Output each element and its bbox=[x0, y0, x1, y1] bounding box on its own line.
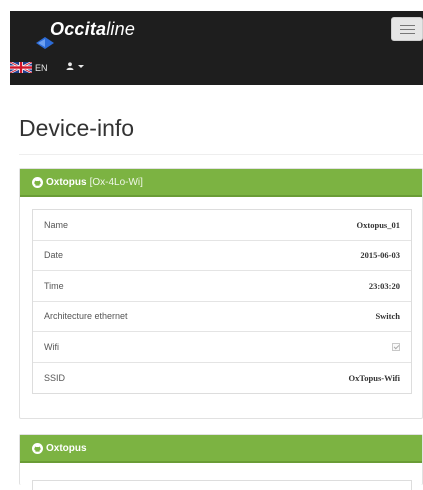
panel-title: Oxtopus bbox=[46, 176, 87, 188]
language-label: EN bbox=[35, 62, 48, 73]
list-item: SSID OxTopus-Wifi bbox=[44, 372, 400, 383]
panel-heading: Oxtopus bbox=[20, 435, 422, 463]
device-panel-2: Oxtopus bbox=[19, 434, 423, 490]
user-menu[interactable] bbox=[66, 62, 84, 70]
list-item: Date 2015-06-03 bbox=[33, 241, 411, 271]
chevron-down-icon bbox=[78, 64, 84, 68]
wifi-checkbox[interactable] bbox=[392, 342, 400, 351]
list-item: Architecture ethernet Switch bbox=[33, 302, 411, 332]
github-icon bbox=[32, 176, 43, 188]
device-info-list: Name Oxtopus_01 Date 2015-06-03 Time 23:… bbox=[32, 209, 412, 394]
user-icon bbox=[66, 62, 74, 70]
panel-heading: Oxtopus [Ox-4Lo-Wi] bbox=[20, 169, 422, 197]
uk-flag-icon bbox=[10, 62, 32, 73]
brand-name: Occitaline bbox=[50, 19, 136, 39]
github-icon bbox=[32, 442, 43, 454]
device-panel: Oxtopus [Ox-4Lo-Wi] Name Oxtopus_01 Date… bbox=[19, 168, 423, 419]
panel-subtitle: [Ox-4Lo-Wi] bbox=[89, 176, 143, 188]
list-item: Name Oxtopus_01 bbox=[33, 210, 411, 241]
navbar: Occitaline EN bbox=[10, 11, 423, 85]
page-title: Device-info bbox=[19, 115, 135, 141]
panel-title: Oxtopus bbox=[46, 442, 87, 454]
device-info-list bbox=[32, 480, 412, 490]
language-selector[interactable]: EN bbox=[10, 62, 48, 73]
list-item: Time 23:03:20 bbox=[33, 271, 411, 302]
menu-toggle-button[interactable] bbox=[391, 17, 423, 41]
divider bbox=[19, 154, 423, 155]
list-item: Wifi bbox=[33, 332, 411, 363]
